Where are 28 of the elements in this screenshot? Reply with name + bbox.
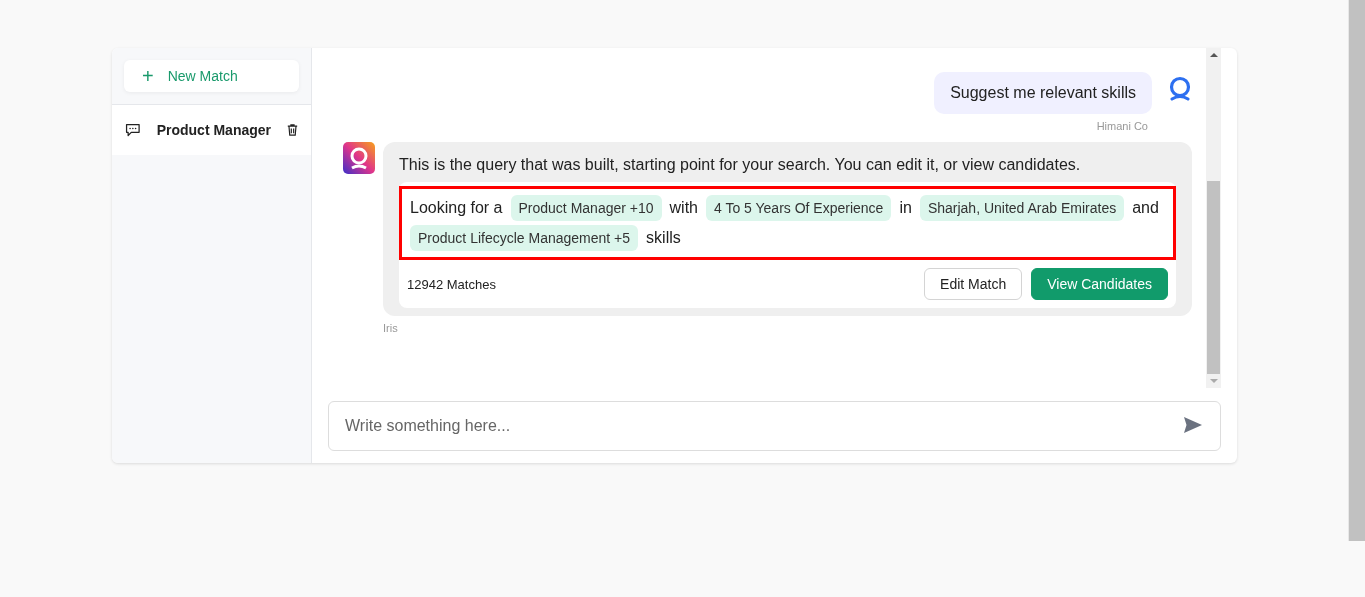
query-tag[interactable]: Product Manager +10: [510, 195, 662, 221]
bot-message-text: This is the query that was built, starting point for your search. You can edit it, or view candidates.: [399, 156, 1082, 174]
bot-avatar-icon: [343, 142, 375, 174]
query-text: Looking for a: [410, 199, 503, 217]
page-scrollbar[interactable]: [1348, 0, 1365, 541]
query-tag[interactable]: Sharjah, United Arab Emirates: [919, 195, 1125, 221]
author-name: Iris: [383, 322, 399, 334]
trash-icon[interactable]: [287, 122, 298, 138]
scroll-up-icon[interactable]: [1209, 53, 1218, 57]
plus-icon: +: [142, 66, 154, 86]
view-candidates-button[interactable]: View Candidates: [1031, 268, 1168, 300]
author-name: Himani Co: [1096, 120, 1148, 132]
query-text: skills: [646, 229, 681, 247]
match-count: 12942 Matches: [407, 276, 496, 292]
user-message: Suggest me relevant skills: [934, 72, 1152, 114]
query-text: with: [669, 199, 698, 217]
chat-list-item[interactable]: Product Manager: [112, 105, 311, 155]
query-tag[interactable]: Product Lifecycle Management +5: [410, 225, 639, 251]
query-tag[interactable]: 4 To 5 Years Of Experience: [706, 195, 892, 221]
new-match-button[interactable]: + New Match: [124, 60, 299, 92]
scrollbar[interactable]: [1206, 48, 1221, 388]
chat-title: Product Manager: [156, 122, 272, 138]
edit-match-button[interactable]: Edit Match: [924, 268, 1023, 300]
query-text: in: [899, 199, 912, 217]
query-text: and: [1132, 199, 1159, 217]
send-icon[interactable]: [1183, 416, 1203, 434]
message-input-field[interactable]: Write something here...: [328, 401, 1221, 451]
user-avatar-icon: [1168, 76, 1192, 102]
